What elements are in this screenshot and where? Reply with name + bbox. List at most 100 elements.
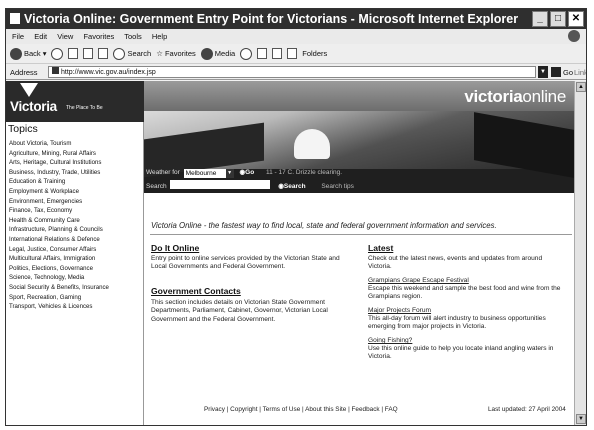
vertical-scrollbar[interactable]: ▲ ▼ [574, 81, 586, 425]
edit-button[interactable] [287, 48, 298, 59]
latest-item-title[interactable]: Going Fishing? [368, 337, 412, 344]
weather-go-button[interactable]: ◉Go [239, 167, 254, 178]
go-arrow-icon[interactable] [551, 67, 561, 77]
topic-link[interactable]: Education & Training [9, 177, 109, 187]
address-label: Address [10, 68, 38, 77]
menu-bar: File Edit View Favorites Tools Help [6, 29, 586, 44]
latest-item-text: Use this online guide to help you locate… [368, 345, 554, 361]
menu-edit[interactable]: Edit [34, 32, 47, 41]
maximize-button[interactable]: □ [550, 11, 566, 27]
tagline: Victoria Online - the fastest way to fin… [151, 221, 497, 230]
back-button[interactable]: Back ▾ [10, 44, 46, 63]
topic-link[interactable]: Multicultural Affairs, Immigration [9, 254, 109, 264]
print-button[interactable] [272, 48, 283, 59]
search-input[interactable] [170, 180, 271, 189]
star-icon: ☆ [156, 49, 163, 58]
logo-tagline: The Place To Be [66, 105, 103, 111]
topic-link[interactable]: Health & Community Care [9, 216, 109, 226]
search-row: Search ◉Search Search tips [146, 180, 572, 191]
topic-link[interactable]: Legal, Justice, Consumer Affairs [9, 245, 109, 255]
weather-forecast: 11 - 17 C. Drizzle clearing. [265, 169, 343, 176]
latest-item-text: Escape this weekend and sample the best … [368, 285, 561, 301]
topic-link[interactable]: Agriculture, Mining, Rural Affairs [9, 149, 109, 159]
weather-city-select[interactable]: Melbourne ▼ [183, 169, 234, 178]
minimize-button[interactable]: _ [532, 11, 548, 27]
search-icon [113, 47, 126, 60]
latest-item-title[interactable]: Major Projects Forum [368, 307, 431, 314]
menu-help[interactable]: Help [152, 32, 167, 41]
weather-label: Weather for [146, 169, 180, 176]
window-controls: _ □ ✕ [532, 11, 584, 27]
topic-link[interactable]: Transport, Vehicles & Licences [9, 302, 109, 312]
back-dropdown-icon: ▾ [42, 49, 47, 58]
ie-app-icon [10, 13, 20, 24]
folders-button[interactable]: Folders [302, 44, 327, 63]
scroll-up-icon[interactable]: ▲ [576, 82, 586, 92]
do-it-online-link[interactable]: Do It Online [151, 243, 199, 253]
back-arrow-icon [10, 47, 22, 60]
banner: victoriaonline Weather for Melbourne ▼ ◉G… [144, 81, 574, 193]
menu-view[interactable]: View [57, 32, 73, 41]
go-button[interactable]: Go [563, 64, 573, 81]
latest-link[interactable]: Latest [368, 243, 393, 253]
mail-button[interactable] [257, 48, 268, 59]
footer-links[interactable]: Privacy | Copyright | Terms of Use | Abo… [204, 406, 398, 413]
latest-item-text: This all-day forum will alert industry t… [368, 315, 546, 331]
divider [150, 234, 572, 235]
address-dropdown-button[interactable]: ▼ [538, 66, 548, 78]
topic-link[interactable]: Business, Industry, Trade, Utilities [9, 168, 109, 178]
topic-link[interactable]: Infrastructure, Planning & Councils [9, 225, 109, 235]
search-tips-link[interactable]: Search tips [321, 183, 354, 190]
toolbar: Back ▾ Search ☆ Favorites Media Folders [6, 44, 586, 63]
do-it-online-text: Entry point to online services provided … [151, 255, 340, 271]
window-title: Victoria Online: Government Entry Point … [24, 12, 519, 26]
history-button[interactable] [240, 47, 253, 60]
site-search-button[interactable]: ◉Search [278, 183, 305, 190]
address-input[interactable]: http://www.vic.gov.au/index.jsp [48, 66, 536, 78]
forward-button[interactable] [51, 47, 64, 60]
page-content: Victoria The Place To Be Topics About Vi… [6, 81, 574, 425]
topic-link[interactable]: Sport, Recreation, Gaming [9, 293, 109, 303]
topic-link[interactable]: Social Security & Benefits, Insurance [9, 283, 109, 293]
topic-link[interactable]: Employment & Workplace [9, 187, 109, 197]
close-button[interactable]: ✕ [568, 11, 584, 27]
windows-logo-icon [568, 30, 580, 42]
weather-row: Weather for Melbourne ▼ ◉Go 11 - 17 C. Dr… [146, 167, 572, 178]
home-button[interactable] [98, 48, 109, 59]
browser-window: Victoria Online: Government Entry Point … [5, 8, 587, 426]
search-button[interactable]: Search [113, 44, 151, 63]
topic-link[interactable]: International Relations & Defence [9, 235, 109, 245]
address-bar: Address http://www.vic.gov.au/index.jsp … [6, 63, 586, 80]
victoria-logo[interactable]: Victoria The Place To Be [6, 81, 144, 122]
government-contacts-link[interactable]: Government Contacts [151, 286, 241, 296]
topic-link[interactable]: Arts, Heritage, Cultural Institutions [9, 158, 109, 168]
media-button[interactable]: Media [200, 44, 235, 63]
topic-link[interactable]: Environment, Emergencies [9, 197, 109, 207]
scroll-down-icon[interactable]: ▼ [576, 414, 586, 424]
logo-word: Victoria [10, 99, 57, 114]
stop-button[interactable] [68, 48, 79, 59]
media-icon [200, 47, 213, 60]
latest-item-title[interactable]: Grampians Grape Escape Festival [368, 277, 469, 284]
sidebar: Victoria The Place To Be Topics About Vi… [6, 81, 144, 425]
chevron-down-icon: ▼ [225, 169, 234, 178]
topic-link[interactable]: About Victoria, Tourism [9, 139, 109, 149]
topics-heading: Topics [8, 123, 38, 135]
menu-tools[interactable]: Tools [124, 32, 142, 41]
page-icon [52, 67, 59, 74]
victoria-online-brand: victoriaonline [464, 87, 566, 106]
favorites-button[interactable]: ☆ Favorites [156, 44, 196, 63]
menu-favorites[interactable]: Favorites [83, 32, 114, 41]
menu-file[interactable]: File [12, 32, 24, 41]
topic-link[interactable]: Science, Technology, Media [9, 273, 109, 283]
topic-link[interactable]: Finance, Tax, Economy [9, 206, 109, 216]
topics-list: About Victoria, Tourism Agriculture, Min… [9, 139, 109, 312]
title-bar: Victoria Online: Government Entry Point … [6, 9, 586, 29]
links-button[interactable]: Links [574, 64, 586, 81]
refresh-button[interactable] [83, 48, 94, 59]
search-label: Search [146, 183, 167, 190]
latest-intro: Check out the latest news, events and up… [368, 255, 543, 271]
victoria-v-mark-icon [20, 83, 38, 97]
government-contacts-text: This section includes details on Victori… [151, 299, 328, 323]
topic-link[interactable]: Politics, Elections, Governance [9, 264, 109, 274]
